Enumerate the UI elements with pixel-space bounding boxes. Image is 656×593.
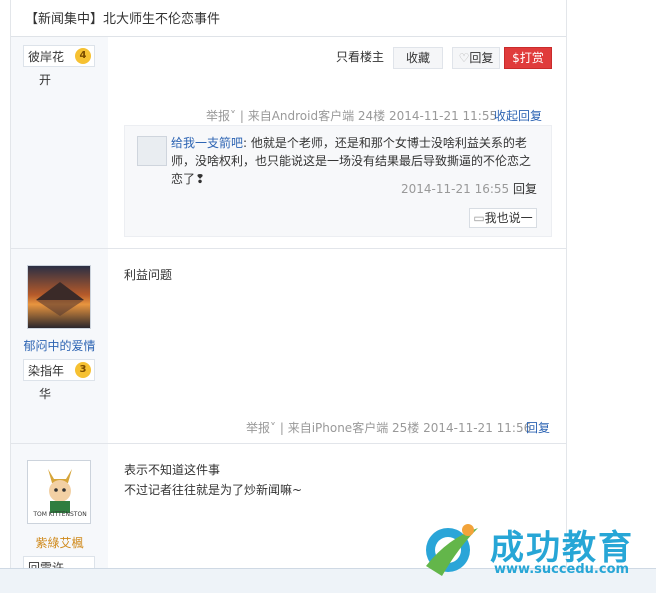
user-badge-label: 彼岸花 <box>28 50 65 64</box>
post-25: 郁闷中的爱情 染指年 3 华 利益问题 举报˅ | 来自iPhone客户端 25… <box>11 249 566 444</box>
user-avatar[interactable]: TOM KITTENSTON <box>27 460 91 524</box>
user-avatar[interactable] <box>27 265 91 329</box>
level-icon: 3 <box>75 362 91 378</box>
favorite-button[interactable]: 收藏 <box>393 47 443 69</box>
succedu-logo-icon <box>426 524 478 576</box>
say-something-label: 我也说一 <box>484 211 533 225</box>
user-badge-sub: 华 <box>39 387 52 401</box>
reply-link[interactable]: 回复 <box>526 419 550 436</box>
post-meta: 举报˅ | 来自Android客户端 24楼 2014-11-21 11:55 <box>206 107 497 124</box>
user-badge[interactable]: 染指年 3 <box>23 359 95 381</box>
post-content: 利益问题 <box>124 268 173 282</box>
reply-button[interactable]: ♡回复 <box>452 47 500 69</box>
avatar-image <box>28 266 90 328</box>
user-badge[interactable]: 彼岸花 4 <box>23 45 95 67</box>
say-something-button[interactable]: ▭我也说一 <box>469 208 537 228</box>
user-badge-label: 染指年 <box>28 364 65 378</box>
reply-time: 2014-11-21 16:55 <box>401 182 510 196</box>
post-body: 利益问题 举报˅ | 来自iPhone客户端 25楼 2014-11-21 11… <box>108 249 566 443</box>
post-content: 表示不知道这件事 不过记者往往就是为了炒新闻嘛~ <box>124 460 302 500</box>
watermark-url: www.succedu.com <box>494 562 630 577</box>
reply-avatar[interactable] <box>137 136 167 166</box>
post-content-line-2: 不过记者往往就是为了炒新闻嘛~ <box>124 483 303 497</box>
only-op-button[interactable]: 只看楼主 <box>334 47 386 67</box>
comment-icon: ▭ <box>473 211 485 225</box>
post-author-column: 郁闷中的爱情 染指年 3 华 <box>11 249 108 443</box>
avatar-caption: TOM KITTENSTON <box>33 511 87 518</box>
user-badge-sub: 开 <box>39 73 52 87</box>
collapse-reply-link[interactable]: 收起回复 <box>494 107 542 124</box>
post-author-column: 彼岸花 4 开 <box>11 37 108 248</box>
thread-title: 【新闻集中】北大师生不伦恋事件 <box>25 12 221 27</box>
reward-button[interactable]: $打赏 <box>504 47 552 69</box>
thread-title-bar: 【新闻集中】北大师生不伦恋事件 <box>11 0 566 37</box>
watermark-logo: 成功教育 www.succedu.com <box>418 518 648 580</box>
reply-icon: ♡ <box>458 51 470 65</box>
post-meta: 举报˅ | 来自iPhone客户端 25楼 2014-11-21 11:56 <box>246 419 531 436</box>
post-content-line-1: 表示不知道这件事 <box>124 463 221 477</box>
level-icon: 4 <box>75 48 91 64</box>
post-body: 只看楼主 收藏 ♡回复 $打赏 举报˅ | 来自Android客户端 24楼 2… <box>108 37 566 248</box>
username[interactable]: 紫綠艾楓 <box>11 534 108 551</box>
report-link[interactable]: 举报˅ <box>246 421 276 435</box>
reply-meta: 2014-11-21 16:55 回复 <box>401 180 537 197</box>
reply-button-label: 回复 <box>469 51 494 65</box>
username[interactable]: 郁闷中的爱情 <box>11 337 108 354</box>
reward-icon: $ <box>512 51 520 65</box>
reply-reply-link[interactable]: 回复 <box>513 182 537 196</box>
reward-button-label: 打赏 <box>519 51 544 65</box>
report-link[interactable]: 举报˅ <box>206 109 236 123</box>
reply-box: 给我一支箭吧: 他就是个老师，还是和那个女博士没啥利益关系的老师，没啥权利，也只… <box>124 125 552 237</box>
thread-page: 【新闻集中】北大师生不伦恋事件 彼岸花 4 开 只看楼主 收藏 ♡回复 $打赏 … <box>10 0 567 592</box>
post-source-floor-time: | 来自iPhone客户端 25楼 2014-11-21 11:56 <box>276 421 532 435</box>
post-24: 彼岸花 4 开 只看楼主 收藏 ♡回复 $打赏 举报˅ | 来自Android客… <box>11 37 566 249</box>
post-source-floor-time: | 来自Android客户端 24楼 2014-11-21 11:55 <box>236 109 498 123</box>
reply-author[interactable]: 给我一支箭吧 <box>171 136 243 150</box>
